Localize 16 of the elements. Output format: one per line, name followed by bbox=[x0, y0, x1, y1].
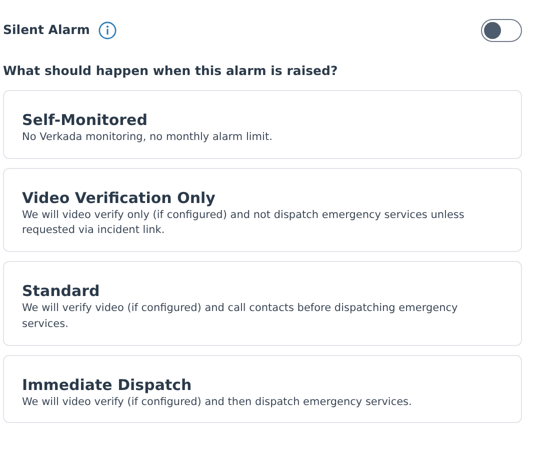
option-title: Self-Monitored bbox=[22, 110, 148, 129]
option-card[interactable]: Standard We will verify video (if configured) and call contacts before dispatching emergency services. bbox=[3, 261, 522, 346]
setting-label: Silent Alarm bbox=[3, 21, 90, 40]
info-icon[interactable] bbox=[98, 21, 117, 40]
option-title: Video Verification Only bbox=[22, 188, 216, 206]
option-card[interactable]: Video Verification Only We will video verify only (if configured) and not dispatch emergency services unless requested via incident link. bbox=[3, 168, 522, 252]
option-card[interactable]: Immediate Dispatch We will video verify (if configured) and then dispatch emergency services. bbox=[3, 354, 522, 424]
option-description: We will video verify only (if configured) and not dispatch emergency services unless requested via incident link. bbox=[22, 208, 466, 238]
option-card[interactable]: Self-Monitored No Verkada monitoring, no monthly alarm limit. bbox=[3, 90, 522, 158]
toggle-switch[interactable] bbox=[481, 19, 522, 42]
option-description: We will verify video (if configured) and call contacts before dispatching emergency services. bbox=[22, 301, 459, 332]
option-description: We will video verify (if configured) and then dispatch emergency services. bbox=[22, 394, 413, 410]
option-title: Standard bbox=[22, 282, 101, 300]
option-description: No Verkada monitoring, no monthly alarm limit. bbox=[22, 130, 274, 145]
question-heading: What should happen when this alarm is raised? bbox=[3, 62, 339, 80]
option-title: Immediate Dispatch bbox=[22, 376, 193, 394]
